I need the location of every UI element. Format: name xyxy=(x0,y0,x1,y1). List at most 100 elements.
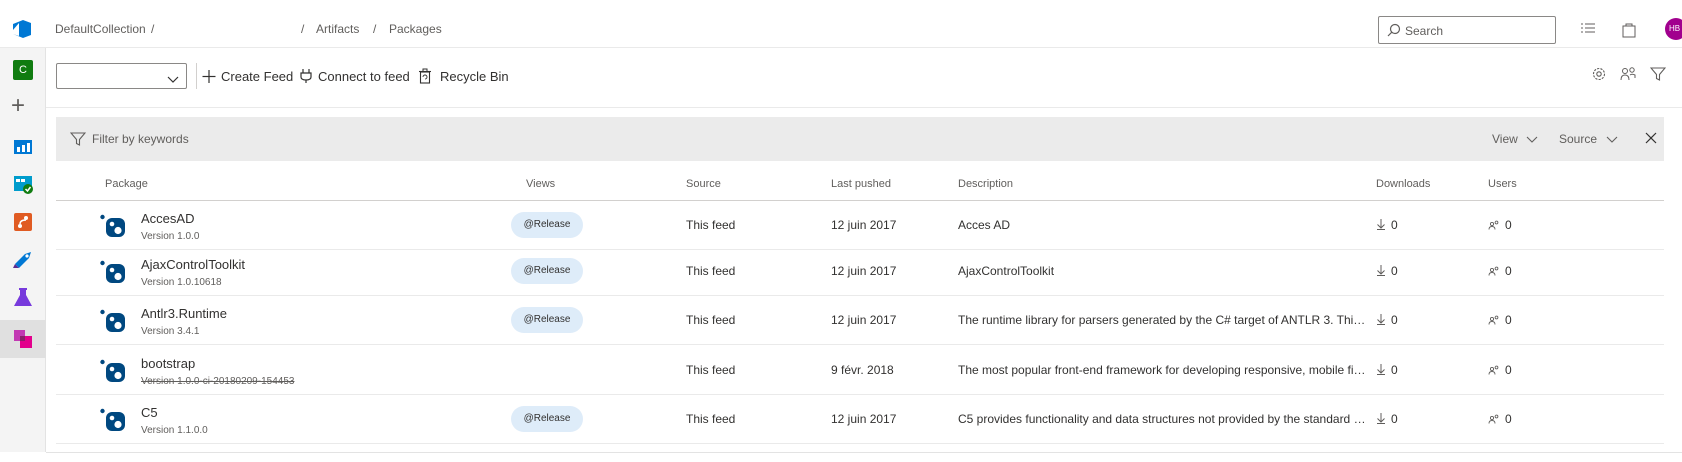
toolbar-divider xyxy=(196,63,197,89)
table-row[interactable]: AjaxControlToolkit Version 1.0.10618 @Re… xyxy=(56,247,1664,296)
package-downloads: 0 xyxy=(1376,363,1398,378)
azure-devops-logo-icon[interactable] xyxy=(11,20,33,43)
users-icon xyxy=(1488,314,1500,328)
table-row[interactable]: C5 Version 1.1.0.0 @Release This feed 12… xyxy=(56,395,1664,444)
nuget-package-icon xyxy=(100,408,126,437)
package-source: This feed xyxy=(686,264,736,278)
artifacts-icon xyxy=(11,327,35,356)
connect-to-feed-label: Connect to feed xyxy=(318,69,410,84)
create-feed-button[interactable]: Create Feed xyxy=(201,68,296,88)
package-version: Version 1.0.10618 xyxy=(141,277,222,288)
package-name[interactable]: AccesAD xyxy=(141,211,194,226)
package-source: This feed xyxy=(686,363,736,377)
table-row[interactable]: bootstrap Version 1.0.0-ci-20180209-1544… xyxy=(56,346,1664,395)
chevron-down-icon xyxy=(1606,133,1618,147)
horizontal-scrollbar[interactable] xyxy=(46,452,1682,462)
column-header-users[interactable]: Users xyxy=(1488,178,1517,190)
package-name[interactable]: Antlr3.Runtime xyxy=(141,306,227,321)
package-last-pushed: 12 juin 2017 xyxy=(831,264,897,278)
source-filter-dropdown[interactable]: Source xyxy=(1559,132,1625,146)
artifacts-nav-item[interactable] xyxy=(0,320,46,358)
azure-artifacts-page: DefaultCollection / / Artifacts / Packag… xyxy=(0,0,1682,462)
breadcrumb-artifacts[interactable]: Artifacts xyxy=(316,22,359,36)
package-users: 0 xyxy=(1488,412,1512,427)
package-name[interactable]: AjaxControlToolkit xyxy=(141,257,245,272)
column-header-last-pushed[interactable]: Last pushed xyxy=(831,178,891,190)
plus-icon xyxy=(201,68,217,87)
package-users: 0 xyxy=(1488,363,1512,378)
column-header-description[interactable]: Description xyxy=(958,178,1013,190)
close-icon[interactable] xyxy=(1644,131,1658,150)
table-row[interactable]: Antlr3.Runtime Version 3.4.1 @Release Th… xyxy=(56,296,1664,345)
table-header: Package Views Source Last pushed Descrip… xyxy=(56,165,1664,201)
source-filter-label: Source xyxy=(1559,132,1598,146)
test-plans-icon[interactable] xyxy=(11,286,35,310)
view-filter-dropdown[interactable]: View xyxy=(1492,132,1544,146)
package-source: This feed xyxy=(686,313,736,327)
column-header-views[interactable]: Views xyxy=(526,178,555,190)
shopping-bag-icon[interactable] xyxy=(1622,22,1636,43)
task-list-icon[interactable] xyxy=(1580,22,1596,41)
breadcrumb-separator: / xyxy=(301,22,305,36)
repos-icon[interactable] xyxy=(11,210,35,234)
column-header-package[interactable]: Package xyxy=(105,178,148,190)
pipelines-icon[interactable] xyxy=(11,248,35,272)
packages-toolbar: Create Feed Connect to feed Recycle Bin xyxy=(46,48,1682,108)
column-header-source[interactable]: Source xyxy=(686,178,721,190)
package-version: Version 1.1.0.0 xyxy=(141,425,208,436)
users-icon xyxy=(1488,219,1500,233)
filter-keywords-input[interactable]: Filter by keywords xyxy=(92,132,189,146)
package-name[interactable]: C5 xyxy=(141,405,158,420)
nuget-package-icon xyxy=(100,309,126,338)
user-count: 0 xyxy=(1505,412,1512,426)
package-name[interactable]: bootstrap xyxy=(141,356,195,371)
project-badge[interactable]: C xyxy=(13,60,33,80)
package-users: 0 xyxy=(1488,264,1512,279)
package-description: The most popular front-end framework for… xyxy=(958,363,1368,377)
overview-icon[interactable] xyxy=(11,135,35,159)
view-badge: @Release xyxy=(511,307,583,333)
package-description: The runtime library for parsers generate… xyxy=(958,313,1368,327)
users-icon xyxy=(1488,364,1500,378)
add-icon[interactable]: + xyxy=(11,94,25,118)
download-count: 0 xyxy=(1391,313,1398,327)
download-count: 0 xyxy=(1391,412,1398,426)
nuget-package-icon xyxy=(100,260,126,289)
package-description: AjaxControlToolkit xyxy=(958,264,1055,278)
recycle-bin-icon xyxy=(418,68,432,87)
breadcrumb-collection[interactable]: DefaultCollection xyxy=(55,22,146,36)
feed-selector[interactable] xyxy=(56,63,187,89)
column-header-downloads[interactable]: Downloads xyxy=(1376,178,1430,190)
package-last-pushed: 12 juin 2017 xyxy=(831,313,897,327)
boards-icon[interactable] xyxy=(11,172,35,196)
download-arrow-icon xyxy=(1376,264,1386,279)
download-arrow-icon xyxy=(1376,313,1386,328)
view-filter-label: View xyxy=(1492,132,1518,146)
recycle-bin-button[interactable]: Recycle Bin xyxy=(418,68,509,88)
settings-gear-icon[interactable] xyxy=(1591,66,1607,87)
table-row[interactable]: AccesAD Version 1.0.0 @Release This feed… xyxy=(56,201,1664,250)
package-last-pushed: 12 juin 2017 xyxy=(831,218,897,232)
package-last-pushed: 9 févr. 2018 xyxy=(831,363,894,377)
package-downloads: 0 xyxy=(1376,412,1398,427)
search-input[interactable]: Search xyxy=(1378,16,1556,44)
filter-icon[interactable] xyxy=(1649,66,1667,87)
package-version: Version 3.4.1 xyxy=(141,326,200,337)
view-badge: @Release xyxy=(511,258,583,284)
package-version: Version 1.0.0-ci-20180209-154453 xyxy=(141,376,295,387)
recycle-bin-label: Recycle Bin xyxy=(440,69,509,84)
package-downloads: 0 xyxy=(1376,313,1398,328)
permissions-icon[interactable] xyxy=(1620,66,1638,87)
package-description: Acces AD xyxy=(958,218,1011,232)
view-badge: @Release xyxy=(511,212,583,238)
nuget-package-icon xyxy=(100,214,126,243)
package-downloads: 0 xyxy=(1376,218,1398,233)
breadcrumb-packages[interactable]: Packages xyxy=(389,22,442,36)
chevron-down-icon xyxy=(1526,133,1538,147)
avatar[interactable]: HB xyxy=(1665,18,1682,40)
user-count: 0 xyxy=(1505,264,1512,278)
package-description: C5 provides functionality and data struc… xyxy=(958,412,1368,426)
package-users: 0 xyxy=(1488,313,1512,328)
connect-to-feed-button[interactable]: Connect to feed xyxy=(299,68,414,88)
download-arrow-icon xyxy=(1376,218,1386,233)
